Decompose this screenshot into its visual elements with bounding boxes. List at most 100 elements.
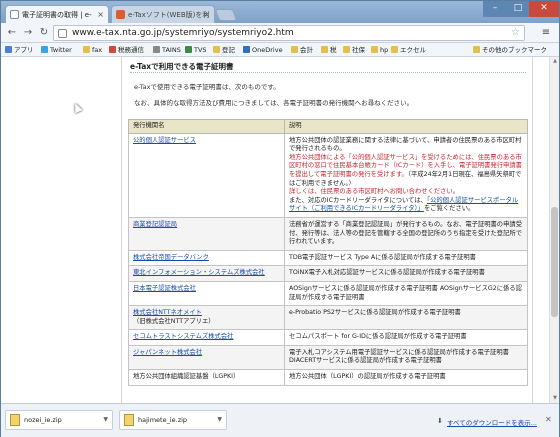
download-filename: hajimete_ie.zip	[138, 416, 188, 424]
bookmarks-bar: アプリ Twitter fax 税務通信 TAINS TVS 登記 OneDri…	[1, 43, 559, 57]
folder-icon	[391, 46, 398, 53]
issuer-link[interactable]: 日本電子認証株式会社	[133, 285, 196, 292]
certificate-table: 発行機関名 説明 公的個人認証サービス 地方公共団体の認証業務に関する法律に基づ…	[128, 119, 528, 386]
row-description: e-Probatio PS2サービスに係る認証局が作成する電子証明書	[284, 305, 528, 331]
row-description: TOiNX電子入札対応認証サービスに係る認証局が作成する電子証明書	[284, 265, 528, 282]
forward-arrow-icon[interactable]: →	[21, 26, 35, 40]
intro-note: なお、具体的な取得方法及び費用につきましては、各電子証明書の発行機関へお尋ねくだ…	[134, 99, 414, 107]
row-description: 電子入札コアシステム用電子認証サービスに係る認証局が作成する電子証明書 DIAC…	[284, 344, 528, 371]
row-description: セコムパスポート for G-IDに係る認証局が作成する電子証明書	[284, 329, 528, 346]
bookmark-kaikei[interactable]: 会計	[291, 43, 313, 57]
issuer-link[interactable]: ジャパンネット株式会社	[133, 349, 202, 356]
issuer-link[interactable]: セコムトラストシステムズ株式会社	[133, 333, 233, 340]
address-bar[interactable]: www.e-tax.nta.go.jp/systemriyo/systemriy…	[53, 25, 525, 41]
table-row: 地方公共団体組織認証基盤（LGPKI） 地方公共団体（LGPKI）の認証局が作成…	[128, 369, 528, 386]
page-viewport: e-Taxで利用できる電子証明書 e-Taxで使用できる電子証明書は、次のもので…	[1, 57, 549, 403]
issuer-note: （旧株式会社NTTアプリエ）	[133, 317, 215, 325]
bookmark-star-icon[interactable]: ☆	[511, 26, 520, 40]
bookmark-shaho[interactable]: 社保	[343, 43, 365, 57]
zip-file-icon	[124, 414, 134, 426]
table-row: ジャパンネット株式会社 電子入札コアシステム用電子認証サービスに係る認証局が作成…	[128, 344, 528, 371]
scrollbar-thumb[interactable]	[551, 207, 558, 317]
url-text[interactable]: www.e-tax.nta.go.jp/systemriyo/systemriy…	[72, 26, 294, 40]
issuer-link[interactable]: 東北インフォメーション・システムズ株式会社	[133, 269, 265, 276]
scroll-up-icon[interactable]: ▲	[550, 57, 560, 66]
page-info-icon[interactable]	[58, 29, 67, 38]
tab-label: 電子証明書の取得 | e-	[22, 11, 92, 19]
bookmark-zeimu[interactable]: 税務通信	[109, 43, 144, 57]
header-description: 説明	[284, 119, 528, 134]
issuer-link[interactable]: 株式会社NTTネオメイト	[133, 309, 202, 316]
download-icon: ⬇	[437, 417, 443, 425]
vertical-scrollbar[interactable]: ▲ ▼	[549, 57, 559, 403]
bookmark-excel[interactable]: エクセル	[391, 43, 426, 57]
issuer-link[interactable]: 株式会社帝国データバンク	[133, 254, 209, 261]
apps-icon	[5, 46, 12, 53]
folder-icon	[213, 46, 220, 53]
new-tab-button[interactable]	[214, 9, 238, 21]
zip-file-icon	[10, 414, 20, 426]
folder-icon	[291, 46, 298, 53]
bookmark-twitter[interactable]: Twitter	[41, 43, 72, 57]
tab-close-icon[interactable]: ×	[97, 6, 104, 23]
header-issuer: 発行機関名	[128, 119, 285, 134]
table-row: 日本電子認証株式会社 AOSignサービスに係る認証局が作成する電子証明書 AO…	[128, 280, 528, 307]
minimize-button[interactable]: –	[483, 1, 507, 17]
bookmark-tvs[interactable]: TVS	[185, 43, 207, 57]
menu-icon[interactable]: ≡	[539, 26, 553, 40]
bookmark-hp[interactable]: hp	[371, 43, 388, 57]
page-favicon-icon	[10, 10, 19, 19]
table-row: 商業登記認証局 法務省が運営する「商業登記認証局」が発行するもの。なお、電子証明…	[128, 216, 528, 251]
row-description: AOSignサービスに係る認証局が作成する電子証明書 AOSignサービスG2に…	[284, 280, 528, 307]
bookmark-fax[interactable]: fax	[83, 43, 102, 57]
table-header-row: 発行機関名 説明	[128, 119, 528, 134]
chevron-down-icon[interactable]: ▼	[217, 411, 222, 429]
bookmark-tains[interactable]: TAINS	[153, 43, 181, 57]
folder-icon	[83, 46, 90, 53]
intro-text: e-Taxで使用できる電子証明書は、次のものです。	[134, 83, 280, 91]
bookmark-apps[interactable]: アプリ	[5, 43, 34, 57]
tab-strip: 電子証明書の取得 | e- × e-Taxソフト(WEB版)を利 × – □ ✕	[1, 1, 559, 23]
twitter-icon	[41, 46, 48, 53]
download-shelf: nozei_ie.zip ▼ hajimete_ie.zip ▼ ⬇ すべてのダ…	[1, 403, 559, 437]
download-item[interactable]: nozei_ie.zip ▼	[5, 410, 113, 430]
page-title: e-Taxで利用できる電子証明書	[130, 61, 526, 73]
site-icon	[153, 46, 160, 53]
table-row: セコムトラストシステムズ株式会社 セコムパスポート for G-IDに係る認証局…	[128, 329, 528, 346]
bookmark-onedrive[interactable]: OneDrive	[243, 43, 283, 57]
tab-label: e-Taxソフト(WEB版)を利	[128, 11, 210, 19]
table-row: 東北インフォメーション・システムズ株式会社 TOiNX電子入札対応認証サービスに…	[128, 265, 528, 282]
folder-icon	[371, 46, 378, 53]
toolbar: ← → ↻ www.e-tax.nta.go.jp/systemriyo/sys…	[1, 23, 559, 43]
reload-icon[interactable]: ↻	[37, 26, 51, 40]
maximize-button[interactable]: □	[507, 1, 529, 17]
other-bookmarks[interactable]: その他のブックマーク	[473, 43, 547, 57]
bookmark-zei[interactable]: 税	[321, 43, 337, 57]
site-icon	[109, 46, 116, 53]
tab-inactive[interactable]: e-Taxソフト(WEB版)を利 ×	[111, 5, 215, 23]
browser-window: 電子証明書の取得 | e- × e-Taxソフト(WEB版)を利 × – □ ✕…	[0, 0, 560, 437]
row-description: 法務省が運営する「商業登記認証局」が発行するもの。なお、電子証明書の申請受付、発…	[284, 216, 528, 251]
scroll-down-icon[interactable]: ▼	[550, 394, 560, 403]
row-description: TDB電子認証サービス Type Aに係る認証局が作成する電子証明書	[284, 249, 528, 267]
tab-close-icon[interactable]: ×	[203, 6, 210, 23]
show-all-downloads-link[interactable]: すべてのダウンロードを表示...	[447, 417, 537, 427]
folder-icon	[473, 46, 480, 53]
onedrive-icon	[243, 46, 250, 53]
tab-active[interactable]: 電子証明書の取得 | e- ×	[5, 5, 109, 23]
close-window-button[interactable]: ✕	[529, 1, 559, 17]
row-description: 地方公共団体（LGPKI）の認証局が作成する電子証明書	[284, 369, 528, 386]
bookmark-touki[interactable]: 登記	[213, 43, 235, 57]
issuer-link[interactable]: 商業登記認証局	[133, 221, 177, 228]
close-icon[interactable]: ✕	[545, 415, 552, 424]
chevron-down-icon[interactable]: ▼	[103, 411, 108, 429]
mouse-cursor-icon	[71, 101, 83, 114]
download-filename: nozei_ie.zip	[24, 416, 62, 424]
back-arrow-icon[interactable]: ←	[5, 26, 19, 40]
table-row: 株式会社NTTネオメイト （旧株式会社NTTアプリエ） e-Probatio PS…	[128, 305, 528, 331]
issuer-link[interactable]: 公的個人認証サービス	[133, 137, 196, 144]
download-item[interactable]: hajimete_ie.zip ▼	[119, 410, 227, 430]
folder-icon	[321, 46, 328, 53]
folder-icon	[343, 46, 350, 53]
table-row: 株式会社帝国データバンク TDB電子認証サービス Type Aに係る認証局が作成…	[128, 249, 528, 267]
